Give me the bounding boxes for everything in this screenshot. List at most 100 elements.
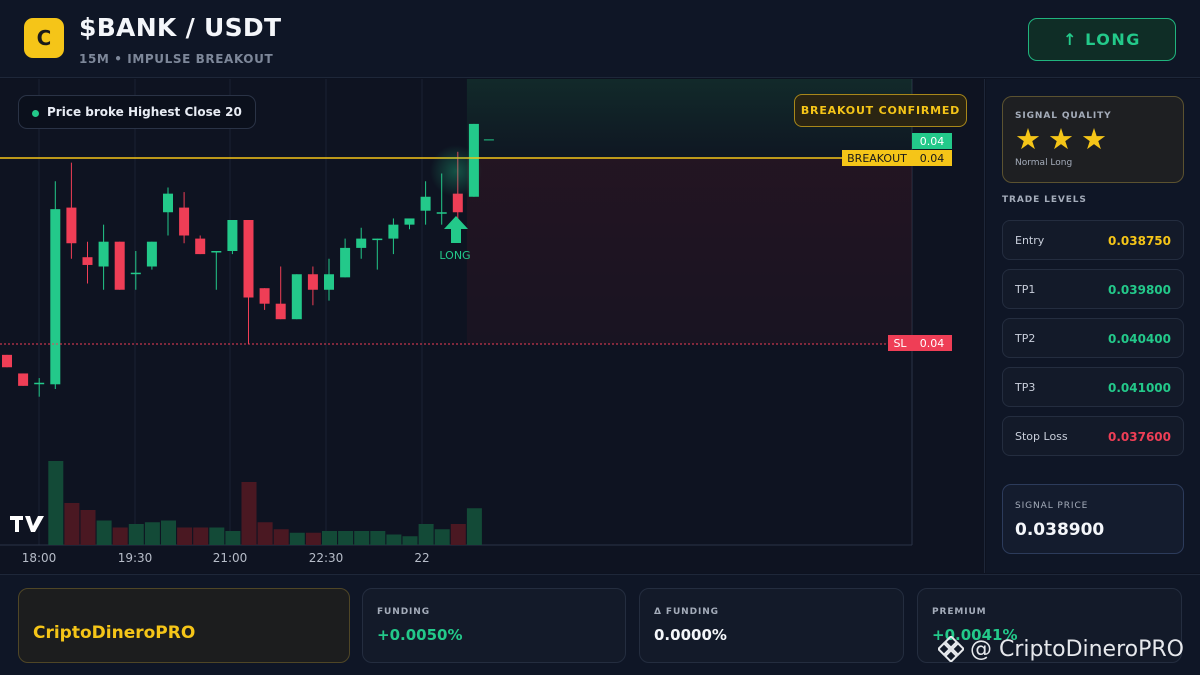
volume-bar: [402, 536, 418, 545]
candle-body: [356, 238, 367, 248]
volume-bar: [80, 510, 96, 545]
candle-body: [114, 241, 125, 290]
candle-body: [436, 212, 447, 214]
trade-level-entry: Entry 0.038750: [1002, 220, 1184, 260]
sl-value-text: 0.04: [920, 337, 945, 350]
volume-bar: [289, 532, 305, 545]
candle-body: [259, 288, 270, 304]
time-label: 21:00: [213, 551, 248, 565]
volume-bar: [434, 529, 450, 545]
trade-level-value: 0.039800: [1107, 283, 1171, 297]
candle-body: [34, 382, 45, 385]
time-label: 22:30: [309, 551, 344, 565]
candle: [340, 238, 351, 278]
signal-price-label: SIGNAL PRICE: [1015, 501, 1089, 511]
candle-body: [227, 220, 238, 251]
trade-level-label: TP2: [1015, 332, 1036, 345]
signal-quality-label: Normal Long: [1015, 158, 1073, 168]
time-label: 19:30: [118, 551, 153, 565]
volume-bar: [177, 527, 193, 545]
volume-bar: [128, 524, 144, 545]
candle-body: [18, 373, 29, 386]
candle-body: [98, 241, 109, 267]
candle-body: [50, 209, 61, 385]
volume-bar: [338, 531, 354, 545]
volume-bar: [354, 531, 370, 545]
candle: [130, 251, 141, 290]
long-direction-button[interactable]: ↑ LONG: [1028, 18, 1176, 61]
volume-bar: [370, 531, 386, 545]
long-signal-label: LONG: [439, 249, 470, 262]
volume-bar: [322, 531, 337, 545]
delta-funding-value: 0.0000%: [654, 626, 727, 644]
volume-bar: [144, 522, 160, 545]
candle: [211, 251, 222, 290]
candle-body: [66, 207, 77, 244]
candle: [163, 187, 173, 236]
volume-bar: [193, 527, 209, 545]
signal-quality-title: SIGNAL QUALITY: [1015, 111, 1112, 121]
volume-bar: [273, 529, 289, 545]
candle-body: [324, 274, 334, 290]
trade-level-stop-loss: Stop Loss 0.037600: [1002, 416, 1184, 456]
volume-bar: [209, 527, 225, 545]
candlestick-chart[interactable]: 0.04 BREAKOUT 0.04 SL 0.04 LONG 18:00 19…: [0, 79, 985, 573]
volume-bar: [96, 520, 112, 545]
candle-body: [146, 241, 157, 267]
trade-level-value: 0.038750: [1107, 234, 1171, 248]
delta-funding-label: Δ FUNDING: [654, 607, 719, 617]
risk-zone: [466, 158, 912, 344]
volume-bar: [48, 461, 64, 545]
candle-body: [340, 247, 351, 278]
volume-bar: [161, 520, 176, 545]
breakout-confirmed-badge: BREAKOUT CONFIRMED: [794, 94, 967, 127]
signal-quality-card: SIGNAL QUALITY ★ ★ ★ Normal Long: [1002, 96, 1184, 183]
candle: [227, 220, 238, 255]
binance-logo-icon: [938, 636, 964, 662]
candle-body: [82, 257, 93, 265]
candle-body: [179, 207, 190, 236]
price-chart[interactable]: 0.04 BREAKOUT 0.04 SL 0.04 LONG 18:00 19…: [0, 79, 985, 573]
candle-body: [211, 251, 222, 253]
candle: [50, 181, 61, 389]
candle-body: [420, 196, 431, 211]
signal-price-card: SIGNAL PRICE 0.038900: [1002, 484, 1184, 554]
candle-body: [372, 238, 383, 241]
long-arrow-icon: [444, 216, 468, 243]
candle-body: [2, 354, 12, 368]
candle: [179, 192, 190, 244]
time-label: 22: [414, 551, 429, 565]
volume-bar: [418, 524, 434, 545]
trade-level-label: Stop Loss: [1015, 430, 1068, 443]
candle-body: [307, 274, 318, 290]
volume-bar: [64, 503, 80, 545]
watermark: @ CriptoDineroPRO: [938, 636, 1184, 662]
candle: [195, 235, 206, 255]
breakout-note: Price broke Highest Close 20: [18, 95, 256, 129]
candle: [372, 238, 383, 270]
trade-level-label: TP1: [1015, 283, 1036, 296]
candle-body: [291, 274, 302, 320]
candle: [98, 224, 109, 290]
volume-bar: [305, 532, 321, 545]
header: C $BANK / USDT 15M • IMPULSE BREAKOUT ↑ …: [0, 0, 1200, 78]
funding-card: FUNDING +0.0050%: [362, 588, 626, 663]
volume-bar: [257, 522, 273, 545]
star-icon: ★: [1048, 122, 1074, 156]
candle: [114, 241, 125, 290]
star-icon: ★: [1081, 122, 1107, 156]
pair-title: $BANK / USDT: [79, 13, 282, 42]
trade-level-tp3: TP3 0.041000: [1002, 367, 1184, 407]
candle-body: [130, 272, 141, 275]
candle: [275, 266, 286, 320]
funding-value: +0.0050%: [377, 626, 463, 644]
candle: [82, 241, 93, 284]
candle-body: [163, 193, 173, 213]
candle-body: [404, 218, 415, 225]
candle: [307, 266, 318, 306]
signal-price-value: 0.038900: [1015, 520, 1105, 540]
candle: [18, 373, 29, 386]
status-dot-icon: [32, 110, 39, 117]
candle: [2, 354, 12, 368]
candle: [291, 274, 302, 320]
